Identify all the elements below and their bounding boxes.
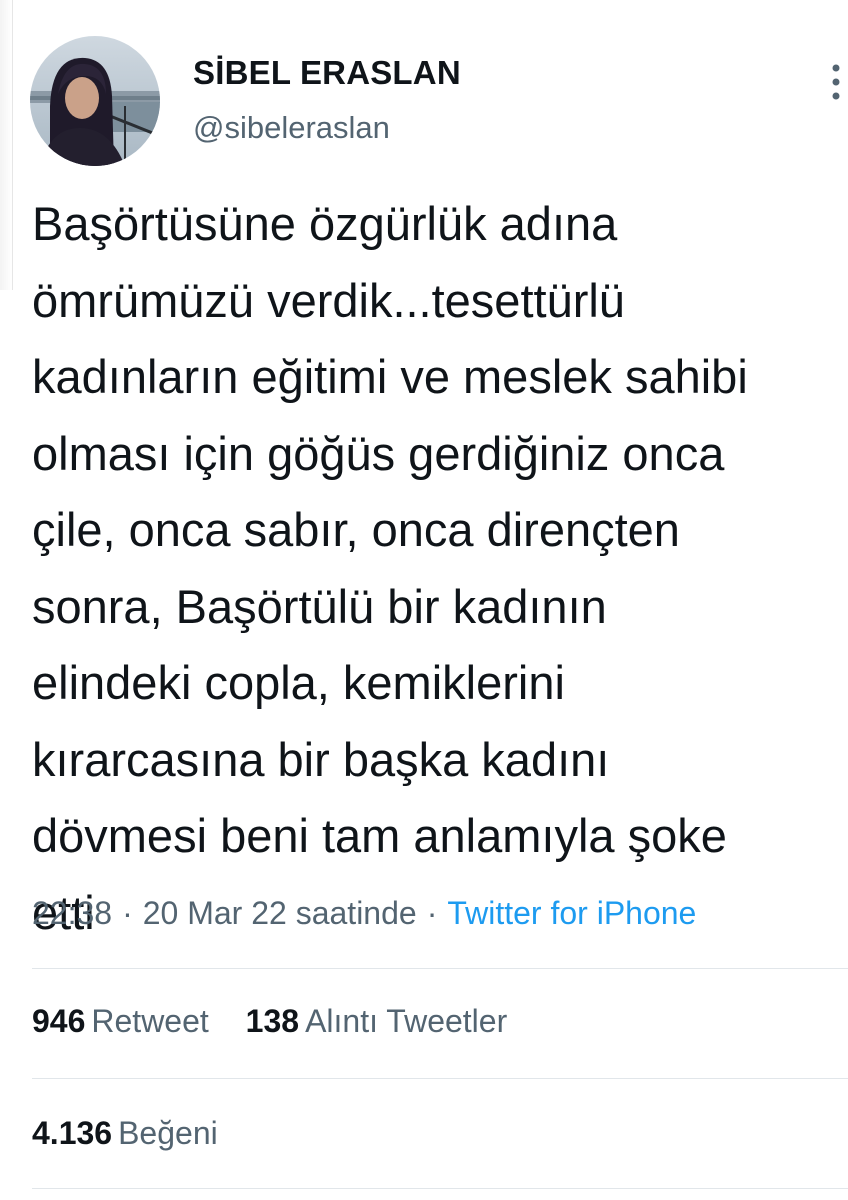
meta-separator: · <box>426 895 438 931</box>
quotes-stat[interactable]: 138 Alıntı Tweetler <box>246 1003 508 1040</box>
quotes-count: 138 <box>245 1003 300 1039</box>
tweet-text: Başörtüsüne özgürlük adına ömrümüzü verd… <box>32 186 848 951</box>
divider <box>32 1188 848 1189</box>
user-handle[interactable]: @sibeleraslan <box>193 110 390 146</box>
likes-count: 4.136 <box>32 1115 113 1151</box>
tweet-text-line: elindeki copla, kemiklerini <box>32 656 565 709</box>
divider <box>32 968 848 969</box>
tweet-meta: 22:38 · 20 Mar 22 saatinde · Twitter for iPh… <box>32 895 696 932</box>
engagement-stats: 946 Retweet 138 Alıntı Tweetler <box>32 1003 535 1040</box>
divider <box>32 1078 848 1079</box>
tweet-text-line: kadınların eğitimi ve meslek sahibi <box>32 350 748 403</box>
tweet-date[interactable]: 20 Mar 22 saatinde <box>143 895 417 931</box>
retweets-stat[interactable]: 946 Retweet <box>32 1003 209 1040</box>
tweet-text-line: Başörtüsüne özgürlük adına <box>32 197 618 250</box>
tweet-text-line: dövmesi beni tam anlamıyla şoke <box>32 809 727 862</box>
meta-separator: · <box>122 895 133 931</box>
left-edge-shadow <box>0 0 13 290</box>
tweet-time[interactable]: 22:38 <box>32 895 112 931</box>
tweet-source-link[interactable]: Twitter for iPhone <box>447 895 696 931</box>
tweet-text-line: çile, onca sabır, onca dirençten <box>32 503 680 556</box>
tweet-text-line: olması için göğüs gerdiğiniz onca <box>32 426 725 480</box>
quotes-label: Alıntı Tweetler <box>305 1003 508 1039</box>
avatar-photo <box>30 36 160 166</box>
likes-stat[interactable]: 4.136 Beğeni <box>32 1115 218 1152</box>
display-name[interactable]: SİBEL ERASLAN <box>193 54 461 92</box>
retweets-label: Retweet <box>91 1003 209 1039</box>
tweet-text-line: kırarcasına bir başka kadını <box>32 732 610 786</box>
tweet-text-line: ömrümüzü verdik...tesettürlü <box>32 273 625 327</box>
likes-label: Beğeni <box>118 1115 218 1151</box>
retweets-count: 946 <box>32 1003 86 1039</box>
more-options-icon[interactable] <box>826 60 846 120</box>
likes-stat-row: 4.136 Beğeni <box>32 1115 246 1152</box>
tweet-text-line: sonra, Başörtülü bir kadının <box>32 579 607 633</box>
avatar[interactable] <box>30 36 160 166</box>
